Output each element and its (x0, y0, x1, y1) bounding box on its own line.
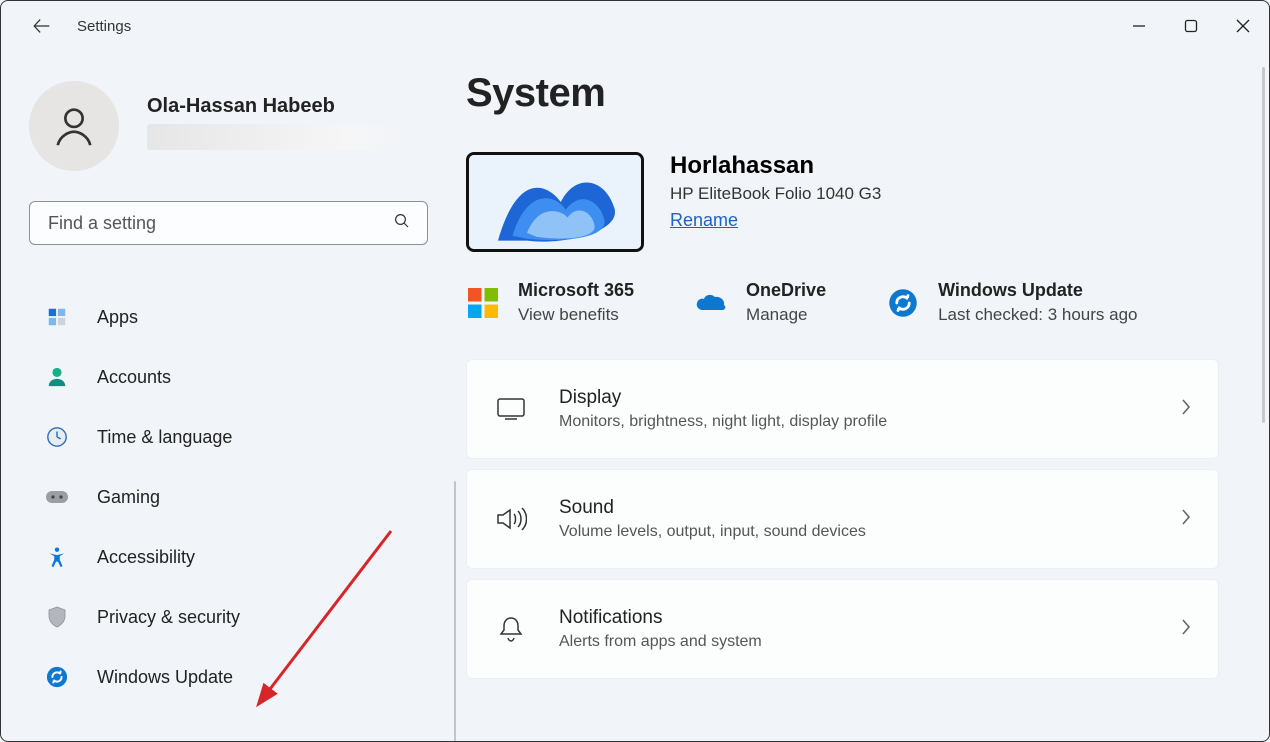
accounts-icon (43, 363, 71, 391)
card-display[interactable]: Display Monitors, brightness, night ligh… (466, 359, 1219, 459)
sound-icon (493, 506, 529, 532)
shield-icon (43, 603, 71, 631)
user-profile[interactable]: Ola-Hassan Habeeb (29, 81, 428, 171)
chevron-right-icon (1180, 398, 1192, 421)
device-name: Horlahassan (670, 152, 881, 180)
sidebar-item-gaming[interactable]: Gaming (29, 473, 428, 521)
search-box[interactable] (29, 201, 428, 245)
main-scrollbar[interactable] (1262, 67, 1265, 423)
user-email-redacted (147, 124, 413, 150)
avatar (29, 81, 119, 171)
tile-sub: Last checked: 3 hours ago (938, 305, 1137, 325)
card-sub: Alerts from apps and system (559, 633, 1150, 651)
device-model: HP EliteBook Folio 1040 G3 (670, 184, 881, 204)
chevron-right-icon (1180, 618, 1192, 641)
sidebar-item-accessibility[interactable]: Accessibility (29, 533, 428, 581)
tile-sub: View benefits (518, 305, 634, 325)
device-wallpaper (466, 152, 644, 252)
settings-cards: Display Monitors, brightness, night ligh… (466, 359, 1219, 679)
titlebar: Settings (1, 1, 1269, 51)
bell-icon (493, 615, 529, 643)
search-icon (393, 212, 411, 235)
sidebar-item-label: Time & language (97, 427, 232, 448)
sidebar-item-privacy-security[interactable]: Privacy & security (29, 593, 428, 641)
sidebar-item-windows-update[interactable]: Windows Update (29, 653, 428, 701)
tile-title: Microsoft 365 (518, 280, 634, 301)
card-title: Display (559, 387, 1150, 409)
sidebar: Ola-Hassan Habeeb Apps (1, 51, 456, 741)
quick-tiles: Microsoft 365 View benefits OneDrive Man… (466, 280, 1219, 325)
sidebar-item-label: Accessibility (97, 547, 195, 568)
rename-link[interactable]: Rename (670, 210, 738, 231)
minimize-button[interactable] (1113, 8, 1165, 44)
update-sync-icon (886, 286, 920, 320)
tile-sub: Manage (746, 305, 826, 325)
sidebar-item-accounts[interactable]: Accounts (29, 353, 428, 401)
card-sub: Monitors, brightness, night light, displ… (559, 413, 1150, 431)
window-title: Settings (77, 18, 131, 35)
back-button[interactable] (31, 15, 53, 37)
main-content: System Horlahassan HP EliteBook Folio 10… (456, 51, 1269, 741)
search-input[interactable] (46, 212, 393, 235)
clock-globe-icon (43, 423, 71, 451)
sidebar-item-label: Gaming (97, 487, 160, 508)
chevron-right-icon (1180, 508, 1192, 531)
user-name: Ola-Hassan Habeeb (147, 95, 413, 118)
tile-windows-update[interactable]: Windows Update Last checked: 3 hours ago (886, 280, 1137, 325)
card-sub: Volume levels, output, input, sound devi… (559, 523, 1150, 541)
sidebar-item-label: Windows Update (97, 667, 233, 688)
accessibility-icon (43, 543, 71, 571)
windows-update-icon (43, 663, 71, 691)
card-title: Notifications (559, 607, 1150, 629)
display-icon (493, 397, 529, 421)
tile-onedrive[interactable]: OneDrive Manage (694, 280, 826, 325)
card-sound[interactable]: Sound Volume levels, output, input, soun… (466, 469, 1219, 569)
sidebar-nav: Apps Accounts Time & language Gaming (29, 293, 428, 713)
tile-title: Windows Update (938, 280, 1137, 301)
tile-microsoft-365[interactable]: Microsoft 365 View benefits (466, 280, 634, 325)
card-title: Sound (559, 497, 1150, 519)
gaming-icon (43, 483, 71, 511)
maximize-button[interactable] (1165, 8, 1217, 44)
onedrive-icon (694, 286, 728, 320)
sidebar-item-apps[interactable]: Apps (29, 293, 428, 341)
tile-title: OneDrive (746, 280, 826, 301)
sidebar-item-label: Accounts (97, 367, 171, 388)
sidebar-item-time-language[interactable]: Time & language (29, 413, 428, 461)
close-button[interactable] (1217, 8, 1269, 44)
microsoft-logo-icon (466, 286, 500, 320)
device-summary: Horlahassan HP EliteBook Folio 1040 G3 R… (466, 152, 1219, 252)
sidebar-item-label: Apps (97, 307, 138, 328)
sidebar-item-label: Privacy & security (97, 607, 240, 628)
page-title: System (466, 71, 1219, 116)
apps-icon (43, 303, 71, 331)
card-notifications[interactable]: Notifications Alerts from apps and syste… (466, 579, 1219, 679)
